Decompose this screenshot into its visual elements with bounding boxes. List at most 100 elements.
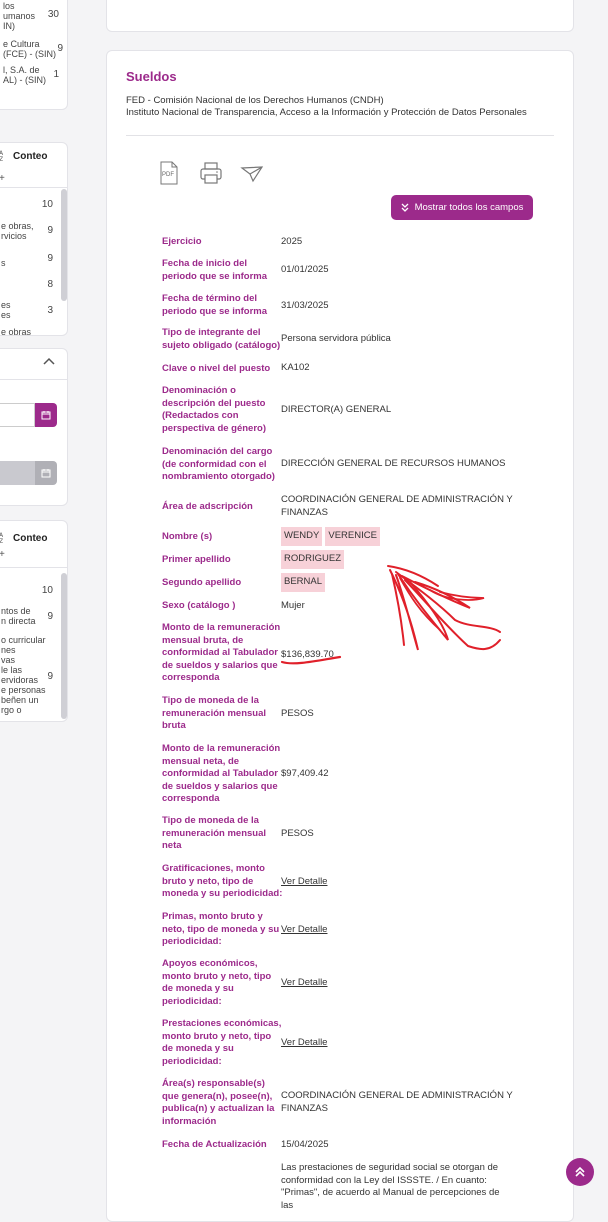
end-date-input[interactable] [0,461,35,485]
filter-option-label[interactable]: ntos de n directa [1,606,36,626]
field-value-clave-nivel: KA102 [281,362,310,373]
field-label-primas: Primas, monto bruto y neto, tipo de mone… [162,911,280,947]
divider [0,379,67,380]
field-label-ejercicio: Ejercicio [162,236,202,247]
plus-icon[interactable]: + [0,549,5,560]
field-value-area-responsable: COORDINACIÓN GENERAL DE ADMINISTRACIÓN Y… [281,1090,513,1114]
show-all-fields-button[interactable]: Mostrar todos los campos [391,195,533,220]
org-name: FED - Comisión Nacional de los Derechos … [126,95,384,106]
field-label-segundo-apellido: Segundo apellido [162,577,242,588]
field-value-denominacion-puesto: DIRECTOR(A) GENERAL [281,404,392,415]
filter-option-count: 8 [47,279,53,290]
filter-option-count: 10 [41,585,53,596]
filter-card-conteo-2: A Z Conteo + 10 ntos de n directa 9 o cu… [0,520,68,722]
divider [126,135,554,136]
field-value-area-adscripcion: COORDINACIÓN GENERAL DE ADMINISTRACIÓN Y… [281,494,513,518]
previous-card [106,0,574,32]
field-label-nombre: Nombre (s) [162,531,213,542]
field-value-sexo: Mujer [281,600,305,611]
field-label-monto-neta: Monto de la remuneración mensual neta, d… [162,743,281,804]
field-label-area-responsable: Área(s) responsable(s) que genera(n), po… [162,1078,275,1127]
pdf-button[interactable]: PDF [159,161,179,190]
print-button[interactable] [199,161,223,190]
filter-option-count: 10 [41,199,53,210]
filter-option-label[interactable]: o curricular nes vas le las ervidoras e … [1,635,46,715]
send-button[interactable] [240,165,264,188]
printer-icon [200,162,222,184]
start-date-input[interactable] [0,403,35,427]
field-label-primer-apellido: Primer apellido [162,554,231,565]
chevron-up-icon[interactable] [43,357,55,365]
scroll-to-top-button[interactable] [566,1158,594,1186]
filters-sidebar: los umanos 30 IN) e Cultura (FCE) - (SIN… [0,0,82,1200]
double-chevron-down-icon [401,203,409,212]
filter-option-label[interactable]: umanos [3,11,35,21]
highlighted-value: WENDY [281,527,323,546]
pdf-label: PDF [162,172,174,178]
field-label-fecha-actualizacion: Fecha de Actualización [162,1139,267,1150]
filter-option-label[interactable]: e Cultura [3,39,40,49]
filter-option-label[interactable]: (FCE) - (SIN) [3,49,56,59]
filter-option-count: 9 [47,225,53,236]
paper-plane-icon [240,166,264,183]
filter-option-label[interactable]: l, S.A. de [3,65,40,75]
field-label-denominacion-puesto: Denominación o descripción del puesto (R… [162,385,267,434]
plus-icon[interactable]: + [0,173,5,184]
field-value-fecha-termino: 31/03/2025 [281,300,329,311]
scrollbar[interactable] [61,573,67,719]
filter-option-label[interactable]: es es [1,300,11,320]
field-label-gratificaciones: Gratificaciones, monto bruto y neto, tip… [162,863,283,899]
field-label-area-adscripcion: Área de adscripción [162,501,253,512]
sort-icon[interactable]: A Z [0,531,9,543]
field-label-fecha-inicio: Fecha de inicio del periodo que se infor… [162,258,268,282]
field-label-clave-nivel: Clave o nivel del puesto [162,363,271,374]
field-value-nombre: WENDY VERENICE [281,527,531,546]
calendar-button-disabled[interactable] [35,461,57,485]
highlighted-value: RODRIGUEZ [281,550,344,569]
field-value-moneda-neta: PESOS [281,828,314,839]
filter-option-count: 9 [47,611,53,622]
field-label-sexo: Sexo (catálogo ) [162,600,236,611]
filter-option-label[interactable]: AL) - (SIN) [3,75,46,85]
filter-option-count: 3 [47,305,53,316]
sort-icon[interactable]: A Z [0,149,9,161]
ver-detalle-link[interactable]: Ver Detalle [281,924,327,937]
divider [0,567,67,568]
field-label-fecha-termino: Fecha de término del periodo que se info… [162,293,268,317]
highlighted-value: VERENICE [325,527,380,546]
scrollbar[interactable] [61,189,67,301]
field-label-denominacion-cargo: Denominación del cargo (de conformidad c… [162,446,275,482]
filter-option-label[interactable]: s [1,258,6,268]
field-value-nota: Las prestaciones de seguridad social se … [281,1162,500,1211]
filter-option-count: 30 [47,9,59,20]
field-label-prestaciones: Prestaciones económicas, monto bruto y n… [162,1018,282,1067]
ver-detalle-link[interactable]: Ver Detalle [281,977,327,990]
calendar-button[interactable] [35,403,57,427]
field-value-monto-neta: $97,409.42 [281,768,329,779]
double-chevron-up-icon [575,1166,585,1177]
org-subname: Instituto Nacional de Transparencia, Acc… [126,107,527,118]
filter-option-count: 1 [53,69,59,80]
field-label-moneda-bruta: Tipo de moneda de la remuneración mensua… [162,695,267,731]
sueldos-card: Sueldos FED - Comisión Nacional de los D… [106,50,574,1222]
filter-card-dates [0,348,68,506]
field-value-segundo-apellido: BERNAL [281,573,531,592]
field-value-fecha-inicio: 01/01/2025 [281,264,329,275]
show-all-fields-label: Mostrar todos los campos [414,202,524,213]
filter-option-label[interactable]: los [3,1,15,11]
field-value-ejercicio: 2025 [281,236,303,247]
ver-detalle-link[interactable]: Ver Detalle [281,876,327,889]
svg-text:Z: Z [0,538,3,543]
filter-card-conteo: A Z Conteo + 10 e obras, rvicios 9 s 9 8… [0,142,68,336]
filter-option-label[interactable]: e obras, rvicios [1,221,34,241]
filter-option-label[interactable]: e obras [1,327,31,335]
conteo-header[interactable]: Conteo [13,151,47,162]
filter-option-label[interactable]: IN) [3,21,15,31]
svg-text:Z: Z [0,156,3,161]
ver-detalle-link[interactable]: Ver Detalle [281,1037,327,1050]
field-value-primer-apellido: RODRIGUEZ [281,550,531,569]
field-label-moneda-neta: Tipo de moneda de la remuneración mensua… [162,815,267,851]
highlighted-value: BERNAL [281,573,326,592]
conteo-header[interactable]: Conteo [13,533,47,544]
field-value-fecha-actualizacion: 15/04/2025 [281,1139,329,1150]
